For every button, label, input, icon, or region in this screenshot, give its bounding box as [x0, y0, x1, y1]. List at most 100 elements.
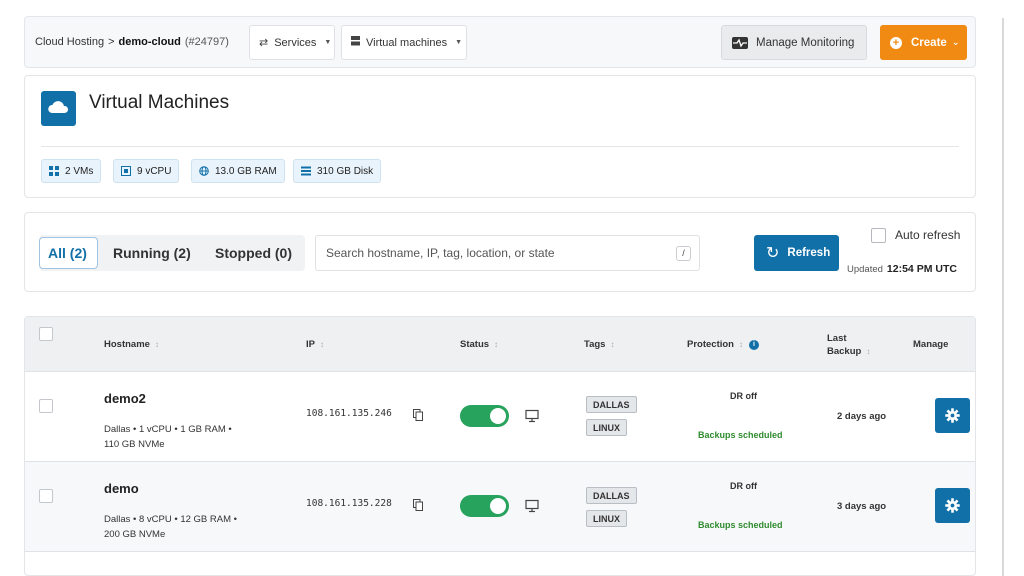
chevron-down-icon: ▼ [324, 39, 332, 46]
refresh-button[interactable]: ↻ Refresh [754, 235, 839, 271]
row-specs-line1: Dallas • 8 vCPU • 12 GB RAM • [104, 514, 237, 525]
vm-count: 2 VMs [65, 165, 94, 177]
services-dropdown[interactable]: ⇄ Services ▼ [249, 25, 335, 60]
column-hostname[interactable]: Hostname ↕ [104, 339, 159, 350]
manage-button[interactable] [935, 398, 970, 433]
scrollbar-thumb[interactable] [1002, 18, 1004, 576]
breadcrumb-root[interactable]: Cloud Hosting [35, 36, 104, 48]
services-dropdown-label: Services [274, 36, 317, 49]
row-checkbox[interactable] [39, 489, 53, 503]
dr-status: DR off [730, 391, 757, 401]
search-input[interactable]: Search hostname, IP, tag, location, or s… [315, 235, 700, 271]
updated-label: Updated [847, 264, 883, 275]
pulse-monitor-icon [732, 36, 748, 49]
row-checkbox[interactable] [39, 399, 53, 413]
last-updated: Updated 12:54 PM UTC [847, 263, 957, 275]
toggle-knob [490, 408, 506, 424]
gear-icon [945, 408, 960, 423]
power-toggle[interactable] [460, 495, 509, 517]
page-header-card: Virtual Machines 2 VMs 9 vCPU 13.0 GB RA… [24, 75, 976, 198]
vm-count-chip: 2 VMs [41, 159, 102, 183]
table-header: Hostname ↕ IP ↕ Status ↕ Tags ↕ Protection ↕ i… [25, 317, 975, 372]
last-backup-time: 2 days ago [837, 411, 887, 422]
globe-icon [199, 166, 209, 176]
row-specs-line2: 200 GB NVMe [104, 529, 166, 540]
divider [41, 146, 959, 147]
vcpu-chip: 9 vCPU [113, 159, 180, 183]
breadcrumb-project-id: (#24797) [184, 36, 229, 48]
column-last-backup[interactable]: Last Backup ↕ [827, 332, 870, 358]
cloud-icon [41, 91, 76, 126]
row-hostname[interactable]: demo2 [104, 391, 146, 406]
tab-running[interactable]: Running (2) [105, 237, 199, 269]
tab-stopped[interactable]: Stopped (0) [207, 237, 300, 269]
cpu-icon [121, 166, 131, 176]
vm-table: Hostname ↕ IP ↕ Status ↕ Tags ↕ Protection ↕ i… [24, 316, 976, 576]
column-tags-label: Tags [584, 339, 606, 350]
table-row[interactable]: demo Dallas • 8 vCPU • 12 GB RAM • 200 GB… [25, 462, 975, 552]
tag-badge[interactable]: LINUX [586, 510, 627, 527]
column-protection-label: Protection [687, 339, 734, 350]
power-toggle[interactable] [460, 405, 509, 427]
server-icon [351, 36, 360, 49]
column-hostname-label: Hostname [104, 339, 150, 350]
column-manage: Manage [913, 339, 949, 350]
manage-monitoring-button[interactable]: Manage Monitoring [721, 25, 867, 60]
table-row[interactable]: demo2 Dallas • 1 vCPU • 1 GB RAM • 110 GB… [25, 372, 975, 462]
create-button-label: Create [911, 36, 947, 49]
select-all-checkbox[interactable] [39, 327, 53, 341]
create-button[interactable]: + Create ⌄ [880, 25, 967, 60]
disk-total: 310 GB Disk [317, 165, 374, 177]
console-monitor-icon[interactable] [525, 499, 539, 513]
top-navigation-bar: Cloud Hosting > demo-cloud (#24797) ⇄ Servi… [24, 16, 976, 68]
column-protection[interactable]: Protection ↕ i [687, 339, 759, 350]
tag-badge[interactable]: DALLAS [586, 396, 637, 413]
tag-badge[interactable]: DALLAS [586, 487, 637, 504]
manage-button[interactable] [935, 488, 970, 523]
auto-refresh-checkbox[interactable] [871, 228, 886, 243]
sort-icon: ↕ [610, 340, 615, 349]
column-ip-label: IP [306, 339, 315, 350]
row-specs-line1: Dallas • 1 vCPU • 1 GB RAM • [104, 424, 232, 435]
column-tags[interactable]: Tags ↕ [584, 339, 614, 350]
tag-badge[interactable]: LINUX [586, 419, 627, 436]
manage-monitoring-label: Manage Monitoring [756, 36, 855, 49]
column-last-backup-line2: Backup [827, 346, 862, 357]
page-title: Virtual Machines [89, 92, 230, 113]
auto-refresh-label[interactable]: Auto refresh [895, 228, 960, 242]
backups-status: Backups scheduled [698, 520, 783, 530]
tab-all[interactable]: All (2) [39, 237, 98, 269]
disk-chip: 310 GB Disk [293, 159, 382, 183]
breadcrumb-separator: > [108, 36, 115, 48]
sort-icon: ↕ [154, 340, 159, 349]
info-icon[interactable]: i [748, 340, 759, 350]
breadcrumb-project[interactable]: demo-cloud [119, 36, 181, 48]
column-status-label: Status [460, 339, 490, 350]
console-monitor-icon[interactable] [525, 409, 539, 423]
gear-icon [945, 498, 960, 513]
vm-type-dropdown[interactable]: Virtual machines ▼ [341, 25, 467, 60]
column-status[interactable]: Status ↕ [460, 339, 498, 350]
last-backup-time: 3 days ago [837, 501, 887, 512]
keyboard-shortcut-hint: / [676, 246, 691, 261]
breadcrumb: Cloud Hosting > demo-cloud (#24797) [35, 36, 229, 48]
copy-icon[interactable] [413, 499, 423, 511]
updated-time: 12:54 PM UTC [886, 263, 957, 275]
column-ip[interactable]: IP ↕ [306, 339, 324, 350]
toggle-knob [490, 498, 506, 514]
chevron-down-icon: ⌄ [951, 37, 960, 47]
vcpu-count: 9 vCPU [137, 165, 172, 177]
plus-circle-icon: + [890, 36, 902, 49]
status-tabs: All (2) Running (2) Stopped (0) [39, 235, 305, 271]
ram-total: 13.0 GB RAM [215, 165, 277, 177]
backups-status: Backups scheduled [698, 430, 783, 440]
ram-chip: 13.0 GB RAM [191, 159, 285, 183]
row-specs: Dallas • 1 vCPU • 1 GB RAM • 110 GB NVMe [104, 422, 254, 452]
chevron-down-icon: ▼ [455, 39, 463, 46]
page-scrollbar[interactable] [1008, 0, 1024, 576]
row-hostname[interactable]: demo [104, 481, 139, 496]
copy-icon[interactable] [413, 409, 423, 421]
swap-arrows-icon: ⇄ [259, 37, 269, 49]
row-ip: 108.161.135.228 [306, 498, 392, 509]
sort-icon: ↕ [866, 347, 871, 356]
